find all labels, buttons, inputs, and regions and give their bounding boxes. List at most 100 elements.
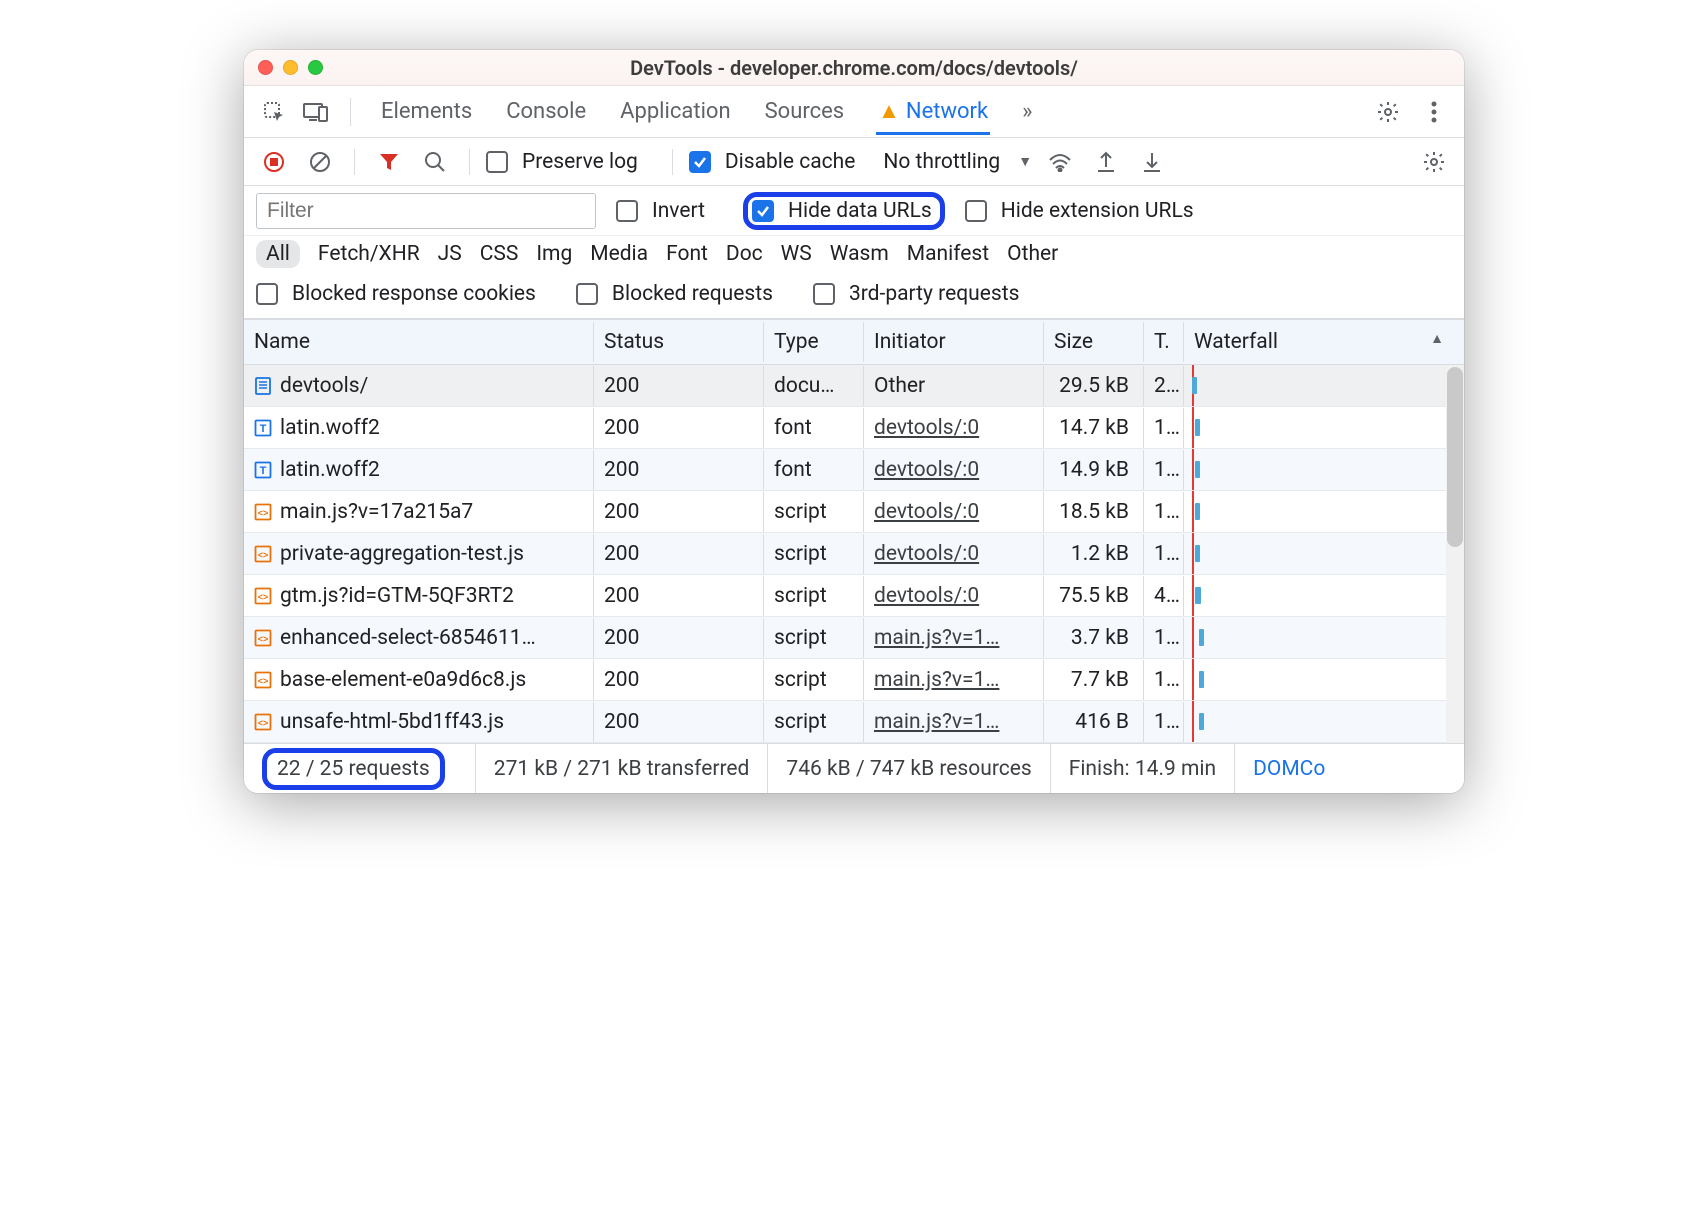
request-type: script xyxy=(764,492,864,532)
blocked-response-cookies-checkbox[interactable]: Blocked response cookies xyxy=(256,282,536,306)
initiator-link[interactable]: main.js?v=1… xyxy=(874,668,999,692)
network-toolbar: Preserve log Disable cache No throttling… xyxy=(244,138,1464,186)
table-row[interactable]: <>enhanced-select-6854611…200scriptmain.… xyxy=(244,617,1464,659)
initiator-link[interactable]: devtools/:0 xyxy=(874,500,979,524)
type-media[interactable]: Media xyxy=(590,242,648,266)
request-size: 7.7 kB xyxy=(1044,660,1144,700)
request-time: 1.. xyxy=(1144,408,1184,448)
type-manifest[interactable]: Manifest xyxy=(907,242,989,266)
close-window-button[interactable] xyxy=(258,60,273,75)
device-toolbar-icon[interactable] xyxy=(298,94,334,130)
waterfall-bar xyxy=(1195,503,1200,519)
throttling-dropdown[interactable]: No throttling ▼ xyxy=(883,150,1032,174)
waterfall-marker xyxy=(1192,407,1194,448)
checkbox-checked-icon xyxy=(689,151,711,173)
table-row[interactable]: <>gtm.js?id=GTM-5QF3RT2200scriptdevtools… xyxy=(244,575,1464,617)
request-status: 200 xyxy=(594,576,764,616)
initiator-link[interactable]: main.js?v=1… xyxy=(874,710,999,734)
tab-elements[interactable]: Elements xyxy=(379,89,474,134)
window-controls xyxy=(258,60,323,75)
col-waterfall[interactable]: Waterfall▲ xyxy=(1184,322,1464,362)
network-settings-icon[interactable] xyxy=(1416,144,1452,180)
request-initiator: devtools/:0 xyxy=(864,576,1044,616)
maximize-window-button[interactable] xyxy=(308,60,323,75)
record-button[interactable] xyxy=(256,144,292,180)
table-row[interactable]: <>base-element-e0a9d6c8.js200scriptmain.… xyxy=(244,659,1464,701)
table-row[interactable]: Tlatin.woff2200fontdevtools/:014.7 kB1.. xyxy=(244,407,1464,449)
type-doc[interactable]: Doc xyxy=(726,242,763,266)
checkbox-checked-icon xyxy=(752,200,774,222)
waterfall-marker xyxy=(1192,659,1194,700)
initiator-link[interactable]: devtools/:0 xyxy=(874,416,979,440)
col-type[interactable]: Type xyxy=(764,322,864,362)
table-row[interactable]: <>main.js?v=17a215a7200scriptdevtools/:0… xyxy=(244,491,1464,533)
type-img[interactable]: Img xyxy=(536,242,572,266)
initiator-link[interactable]: devtools/:0 xyxy=(874,584,979,608)
tab-network[interactable]: ▲Network xyxy=(876,88,990,135)
col-size[interactable]: Size xyxy=(1044,322,1144,362)
font-file-icon: T xyxy=(254,461,272,479)
col-status[interactable]: Status xyxy=(594,322,764,362)
resource-type-filters: All Fetch/XHR JS CSS Img Media Font Doc WS Wasm M… xyxy=(244,236,1464,276)
tab-application[interactable]: Application xyxy=(618,89,732,134)
col-initiator[interactable]: Initiator xyxy=(864,322,1044,362)
tab-sources[interactable]: Sources xyxy=(763,89,847,134)
request-type: script xyxy=(764,534,864,574)
disable-cache-label: Disable cache xyxy=(725,150,856,174)
tab-console[interactable]: Console xyxy=(504,89,588,134)
waterfall-bar xyxy=(1199,629,1204,645)
toolbar-divider-3 xyxy=(672,149,673,175)
hide-data-urls-checkbox[interactable]: Hide data URLs xyxy=(752,199,932,223)
initiator-link[interactable]: devtools/:0 xyxy=(874,458,979,482)
preserve-log-label: Preserve log xyxy=(522,150,638,174)
type-css[interactable]: CSS xyxy=(480,242,519,266)
waterfall-marker xyxy=(1192,449,1194,490)
request-initiator: devtools/:0 xyxy=(864,492,1044,532)
settings-icon[interactable] xyxy=(1370,94,1406,130)
filter-input[interactable] xyxy=(256,193,596,229)
tabs-overflow-button[interactable]: » xyxy=(1020,89,1034,134)
type-js[interactable]: JS xyxy=(438,242,462,266)
third-party-requests-checkbox[interactable]: 3rd-party requests xyxy=(813,282,1019,306)
col-name[interactable]: Name xyxy=(244,322,594,362)
type-fetch-xhr[interactable]: Fetch/XHR xyxy=(318,242,420,266)
table-row[interactable]: Tlatin.woff2200fontdevtools/:014.9 kB1.. xyxy=(244,449,1464,491)
blocked-filters-row: Blocked response cookies Blocked request… xyxy=(244,276,1464,319)
more-options-icon[interactable] xyxy=(1416,94,1452,130)
type-font[interactable]: Font xyxy=(666,242,708,266)
type-ws[interactable]: WS xyxy=(781,242,812,266)
initiator-link[interactable]: main.js?v=1… xyxy=(874,626,999,650)
waterfall-bar xyxy=(1195,545,1200,561)
export-har-icon[interactable] xyxy=(1088,144,1124,180)
table-row[interactable]: devtools/200docu…Other29.5 kB2.. xyxy=(244,365,1464,407)
search-icon[interactable] xyxy=(417,144,453,180)
inspect-element-icon[interactable] xyxy=(256,94,292,130)
svg-text:T: T xyxy=(260,465,267,477)
type-wasm[interactable]: Wasm xyxy=(830,242,889,266)
network-conditions-icon[interactable] xyxy=(1042,144,1078,180)
invert-checkbox[interactable]: Invert xyxy=(616,199,705,223)
minimize-window-button[interactable] xyxy=(283,60,298,75)
clear-button[interactable] xyxy=(302,144,338,180)
chevron-down-icon: ▼ xyxy=(1018,153,1032,170)
filter-toggle-icon[interactable] xyxy=(371,144,407,180)
request-name: latin.woff2 xyxy=(280,458,380,482)
blocked-requests-checkbox[interactable]: Blocked requests xyxy=(576,282,773,306)
request-name: main.js?v=17a215a7 xyxy=(280,500,473,524)
import-har-icon[interactable] xyxy=(1134,144,1170,180)
request-name: private-aggregation-test.js xyxy=(280,542,524,566)
type-other[interactable]: Other xyxy=(1007,242,1058,266)
disable-cache-checkbox[interactable]: Disable cache xyxy=(689,150,856,174)
requests-count: 22 / 25 requests xyxy=(277,757,430,781)
domcontentloaded-label: DOMCo xyxy=(1253,757,1325,781)
table-row[interactable]: <>unsafe-html-5bd1ff43.js200scriptmain.j… xyxy=(244,701,1464,743)
hide-extension-urls-label: Hide extension URLs xyxy=(1001,199,1194,223)
col-time[interactable]: T. xyxy=(1144,322,1184,362)
hide-extension-urls-checkbox[interactable]: Hide extension URLs xyxy=(965,199,1194,223)
table-scrollbar[interactable] xyxy=(1446,365,1464,743)
initiator-link[interactable]: devtools/:0 xyxy=(874,542,979,566)
type-all[interactable]: All xyxy=(256,240,300,268)
table-row[interactable]: <>private-aggregation-test.js200scriptde… xyxy=(244,533,1464,575)
scrollbar-thumb[interactable] xyxy=(1447,367,1463,547)
preserve-log-checkbox[interactable]: Preserve log xyxy=(486,150,638,174)
